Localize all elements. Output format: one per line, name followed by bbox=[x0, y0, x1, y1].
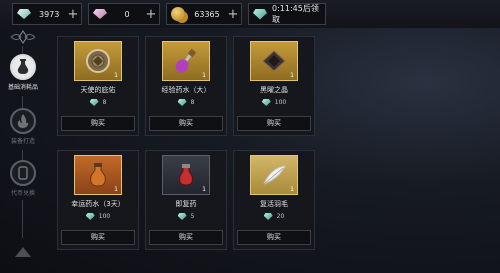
buy-button[interactable]: 购买 bbox=[149, 116, 223, 131]
exp-potion-icon bbox=[175, 48, 197, 73]
item-price: 8 bbox=[146, 99, 226, 106]
divider bbox=[22, 200, 23, 238]
item-thumbnail[interactable]: 1 bbox=[250, 155, 298, 195]
divider bbox=[22, 96, 23, 108]
price-amount: 100 bbox=[274, 99, 287, 106]
price-amount: 5 bbox=[190, 213, 195, 220]
add-gem-button[interactable]: + bbox=[65, 7, 81, 22]
item-price: 20 bbox=[234, 213, 314, 220]
currency-bar: 3973 + 0 + 63365 + 0:11:45后领取 bbox=[0, 0, 500, 28]
potion-icon bbox=[10, 54, 36, 80]
shop-item-card: 1 复活羽毛 20 购买 bbox=[233, 150, 315, 250]
item-quantity: 1 bbox=[114, 72, 118, 79]
tab-label: 基础消耗品 bbox=[7, 84, 38, 91]
tab-token-exchange[interactable]: 代币兑换 bbox=[4, 160, 42, 197]
price-amount: 8 bbox=[190, 99, 195, 106]
item-quantity: 1 bbox=[202, 72, 206, 79]
item-quantity: 1 bbox=[202, 186, 206, 193]
shop-item-card: 1 天使的庇佑 8 购买 bbox=[57, 36, 139, 136]
timer-reward[interactable]: 0:11:45后领取 bbox=[248, 3, 326, 25]
item-thumbnail[interactable]: 1 bbox=[74, 155, 122, 195]
pink-gem-amount: 0 bbox=[124, 9, 130, 19]
add-gold-button[interactable]: + bbox=[225, 7, 241, 22]
item-name: 复活羽毛 bbox=[260, 200, 288, 208]
shop-item-card: 1 黑曜之晶 100 购买 bbox=[233, 36, 315, 136]
obsidian-crystal-icon bbox=[262, 50, 286, 72]
item-name: 经验药水（大） bbox=[161, 86, 211, 94]
revive-potion-icon bbox=[179, 164, 193, 186]
teal-gem-icon bbox=[261, 99, 271, 106]
item-price: 8 bbox=[58, 99, 138, 106]
tab-label: 装备打造 bbox=[10, 138, 35, 145]
emblem-icon bbox=[10, 30, 36, 44]
token-icon bbox=[10, 160, 36, 186]
item-price: 100 bbox=[234, 99, 314, 106]
item-name: 幸运药水（3天） bbox=[71, 200, 125, 208]
gold-amount: 63365 bbox=[194, 9, 220, 19]
triangle-ornament-icon bbox=[15, 247, 31, 257]
category-sidebar: 基础消耗品 装备打造 代币兑换 bbox=[0, 28, 46, 273]
gem-amount: 3973 bbox=[39, 9, 60, 19]
teal-gem-icon bbox=[85, 213, 95, 220]
gold-coins-icon bbox=[167, 4, 189, 24]
price-amount: 8 bbox=[102, 99, 107, 106]
shop-item-card: 1 经验药水（大） 8 购买 bbox=[145, 36, 227, 136]
tab-basic-consumables[interactable]: 基础消耗品 bbox=[4, 54, 42, 91]
teal-gem-icon bbox=[177, 213, 187, 220]
item-price: 5 bbox=[146, 213, 226, 220]
buy-button[interactable]: 购买 bbox=[61, 116, 135, 131]
item-price: 100 bbox=[58, 213, 138, 220]
item-name: 即复药 bbox=[175, 200, 197, 208]
item-thumbnail[interactable]: 1 bbox=[162, 41, 210, 81]
gem-icon bbox=[13, 4, 35, 24]
shop-item-card: 1 即复药 5 购买 bbox=[145, 150, 227, 250]
timer-text: 0:11:45后领取 bbox=[272, 4, 319, 24]
price-amount: 20 bbox=[276, 213, 285, 220]
feather-icon bbox=[263, 165, 286, 185]
buy-button[interactable]: 购买 bbox=[61, 230, 135, 245]
shop-item-card: 1 幸运药水（3天） 100 购买 bbox=[57, 150, 139, 250]
pink-gem-icon bbox=[89, 4, 111, 24]
add-pink-gem-button[interactable]: + bbox=[143, 7, 159, 22]
buy-button[interactable]: 购买 bbox=[149, 230, 223, 245]
teal-gem-icon bbox=[89, 99, 99, 106]
teal-gem-icon bbox=[177, 99, 187, 106]
divider bbox=[22, 150, 23, 160]
item-thumbnail[interactable]: 1 bbox=[74, 41, 122, 81]
divider bbox=[22, 46, 23, 54]
tab-label: 代币兑换 bbox=[10, 190, 35, 197]
teal-gem-icon bbox=[249, 4, 271, 24]
luck-potion-icon bbox=[90, 163, 106, 187]
teal-gem-icon bbox=[263, 213, 273, 220]
price-amount: 100 bbox=[98, 213, 111, 220]
gold-currency: 63365 + bbox=[166, 3, 242, 25]
buy-button[interactable]: 购买 bbox=[237, 116, 311, 131]
item-thumbnail[interactable]: 1 bbox=[250, 41, 298, 81]
flame-icon bbox=[10, 108, 36, 134]
tab-equipment-forging[interactable]: 装备打造 bbox=[4, 108, 42, 145]
angel-medal-icon bbox=[86, 49, 110, 73]
item-quantity: 1 bbox=[290, 72, 294, 79]
item-thumbnail[interactable]: 1 bbox=[162, 155, 210, 195]
gem-currency: 3973 + bbox=[12, 3, 82, 25]
item-name: 黑曜之晶 bbox=[260, 86, 288, 94]
item-quantity: 1 bbox=[290, 186, 294, 193]
buy-button[interactable]: 购买 bbox=[237, 230, 311, 245]
pink-gem-currency: 0 + bbox=[88, 3, 160, 25]
item-name: 天使的庇佑 bbox=[80, 86, 116, 94]
item-quantity: 1 bbox=[114, 186, 118, 193]
